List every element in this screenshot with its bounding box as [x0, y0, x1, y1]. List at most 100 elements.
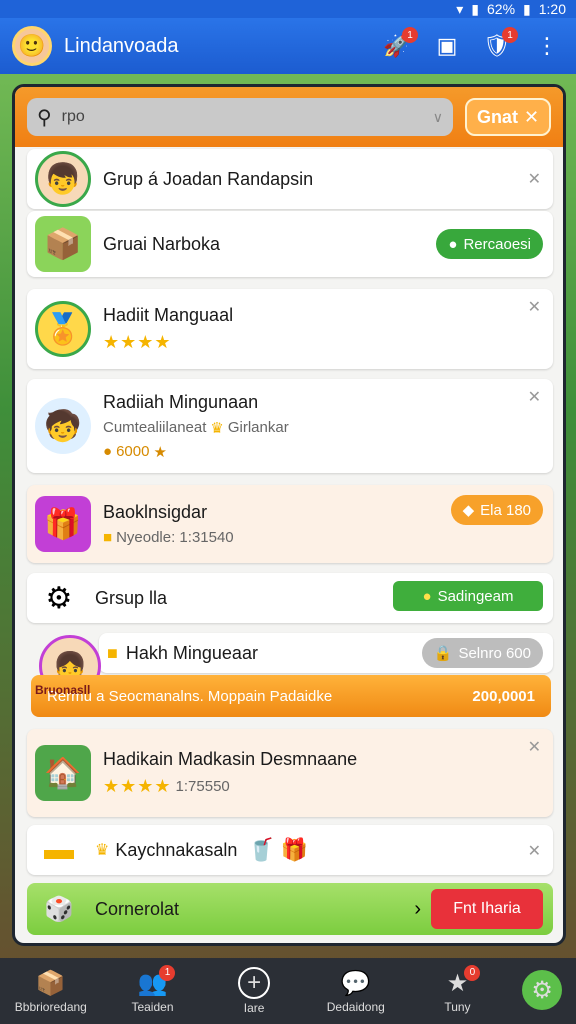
cup-icon: 🥤 [247, 837, 275, 862]
price-button[interactable]: 🔒 Selnro 600 [421, 638, 543, 668]
close-icon[interactable]: ✕ [528, 737, 541, 757]
price-label: Ela 180 [480, 501, 531, 519]
status-bar: ▾ ▮ 62% ▮ 1:20 [0, 0, 576, 18]
nav-item-settings[interactable]: ⚙ [514, 970, 570, 1012]
item-subtitle: Cumtealiilaneat ♛ Girlankar [103, 419, 553, 437]
rocket-icon[interactable]: 🚀 1 [380, 27, 418, 63]
item-subtitle-text: Nyeodle: 1:31540 [116, 529, 234, 546]
nav-label: Iare [243, 1001, 265, 1015]
rating-stars: ★★★★ [103, 776, 172, 796]
chevron-right-icon[interactable]: › [414, 898, 421, 921]
app-title: Lindanvoada [64, 34, 179, 57]
more-icon[interactable]: ⋮ [530, 29, 564, 63]
action-label: Fnt Iharia [453, 900, 521, 917]
action-bar-title: Cornerolat [95, 898, 180, 919]
gear-icon: ⚙ [45, 581, 73, 615]
settings-icon: ⚙ [522, 970, 563, 1010]
star-icon: ★ [153, 443, 167, 461]
coin-icon: ● [103, 443, 113, 460]
item-subtitle-text: Cumtealiilaneat [103, 419, 207, 436]
item-title: Grup á Joadan Randapsin [103, 168, 314, 189]
close-icon[interactable]: ✕ [528, 387, 541, 407]
promo-banner[interactable]: Rermu a Seocmanalns. Moppain Padaidke 20… [31, 675, 551, 717]
coin-value: 6000 [116, 443, 150, 460]
crown-icon: ♛ [210, 419, 224, 437]
action-button[interactable]: ● Sadingeam [393, 581, 543, 611]
badge-icon: 🏅 [35, 301, 91, 357]
list-item[interactable]: 🏅 Hadiit Manguaal ★★★★ ✕ [27, 289, 553, 369]
nav-label: Tuny [444, 999, 471, 1014]
coin-icon: ■ [107, 642, 118, 663]
close-icon[interactable]: ✕ [528, 169, 541, 189]
coin-icon: ● [448, 235, 458, 253]
crate-icon: 📦 [35, 216, 91, 272]
notification-badge: 1 [502, 27, 518, 43]
list-item[interactable]: ■ Hakh Mingueaar 🔒 Selnro 600 [99, 633, 553, 673]
search-placeholder: rpo [61, 108, 85, 125]
item-subtitle-text: Girlankar [227, 419, 289, 436]
item-title: Hadiit Manguaal [103, 305, 234, 325]
avatar: 👦 [35, 151, 91, 207]
character-icon: 🧒 [35, 398, 91, 454]
nav-item-home[interactable]: 📦 Bbbrioredang [6, 969, 96, 1014]
app-bar: 🙂 Lindanvoada 🚀 1 ▣ 🛡 1 ⋮ [0, 18, 576, 74]
dice-icon: 🎲 [44, 895, 74, 923]
item-subtitle: ★★★★ 1:75550 [103, 776, 553, 797]
nav-label: Dedaidong [326, 999, 385, 1014]
search-input[interactable]: ⚲ rpo ∨ [27, 98, 453, 136]
reward-button[interactable]: ● Rercaoesi [436, 229, 543, 259]
list-item[interactable]: 🎁 Baoklnsigdar ■ Nyeodle: 1:31540 ◆ Ela … [27, 485, 553, 563]
close-icon: ✕ [523, 106, 540, 127]
list-item[interactable]: ▬ ♛ Kaychnakasaln 🥤 🎁 ✕ [27, 825, 553, 875]
box-icon[interactable]: ▣ [430, 29, 464, 63]
battery-icon: ▮ [523, 0, 531, 17]
list-item[interactable]: 👦 Grup á Joadan Randapsin ✕ [27, 149, 553, 209]
avatar[interactable]: 🙂 [12, 26, 52, 66]
chat-icon: 💬 [340, 969, 371, 997]
gift-icon: 🎁 [280, 837, 309, 862]
crown-icon: ♛ [95, 842, 110, 859]
coin-icon: ◆ [462, 502, 475, 519]
shield-icon[interactable]: 🛡 1 [480, 27, 518, 63]
action-bar: 🎲 Cornerolat › Fnt Iharia [27, 883, 553, 935]
nav-item-add[interactable]: + Iare [209, 967, 299, 1015]
list-item[interactable]: ⚙ Grsup lla ● Sadingeam [27, 573, 553, 623]
lock-icon: 🔒 [433, 645, 453, 662]
list-item[interactable]: 🏠 Hadikain Madkasin Desmnaane ★★★★ 1:755… [27, 729, 553, 817]
price-label: Selnro 600 [458, 644, 531, 662]
banner-amount: 200,0001 [472, 687, 535, 705]
nav-label: Teaiden [131, 999, 174, 1014]
nav-item-team[interactable]: 👥 1 Teaiden [107, 964, 197, 1014]
notification-badge: 1 [159, 964, 176, 981]
list-item[interactable]: 🧒 Radiiah Mingunaan Cumtealiilaneat ♛ Gi… [27, 379, 553, 473]
chevron-down-icon: ∨ [432, 108, 443, 125]
clock: 1:20 [538, 1, 566, 17]
item-title: Hadikain Madkasin Desmnaane [103, 749, 358, 769]
box-icon: 📦 [35, 969, 66, 997]
notification-badge: 1 [402, 27, 418, 43]
plus-icon: + [238, 967, 271, 999]
action-button[interactable]: Fnt Iharia [431, 889, 543, 929]
avatar-label: Bruonasll [35, 683, 91, 697]
nav-item-chat[interactable]: 💬 Dedaidong [311, 969, 401, 1014]
main-panel: ⚲ rpo ∨ Gnat ✕ 👦 Grup á Joadan Randapsin… [12, 84, 566, 946]
item-subtitle: ■ Nyeodle: 1:31540 [103, 529, 553, 546]
house-icon: 🏠 [35, 745, 91, 801]
close-icon[interactable]: ✕ [528, 841, 541, 861]
bottom-nav: 📦 Bbbrioredang 👥 1 Teaiden + Iare 💬 Deda… [0, 958, 576, 1024]
item-title: Radiiah Mingunaan [103, 391, 259, 412]
list-item[interactable]: 📦 Gruai Narboka ● Rercaoesi [27, 211, 553, 277]
action-label: Sadingeam [437, 587, 514, 605]
panel-header: ⚲ rpo ∨ Gnat ✕ [15, 87, 563, 147]
price-button[interactable]: ◆ Ela 180 [450, 495, 543, 525]
gnat-button[interactable]: Gnat ✕ [465, 98, 551, 136]
notification-badge: 0 [464, 964, 481, 981]
item-title: Kaychnakasaln [115, 839, 238, 860]
close-icon[interactable]: ✕ [528, 297, 541, 317]
nav-label: Bbbrioredang [14, 999, 87, 1014]
rating-stars: ★★★★ [103, 332, 172, 352]
nav-item-rewards[interactable]: ★ 0 Tuny [412, 964, 502, 1014]
gnat-button-label: Gnat [476, 106, 518, 127]
coin-icon: ■ [103, 529, 113, 546]
battery-level: 62% [487, 1, 516, 17]
